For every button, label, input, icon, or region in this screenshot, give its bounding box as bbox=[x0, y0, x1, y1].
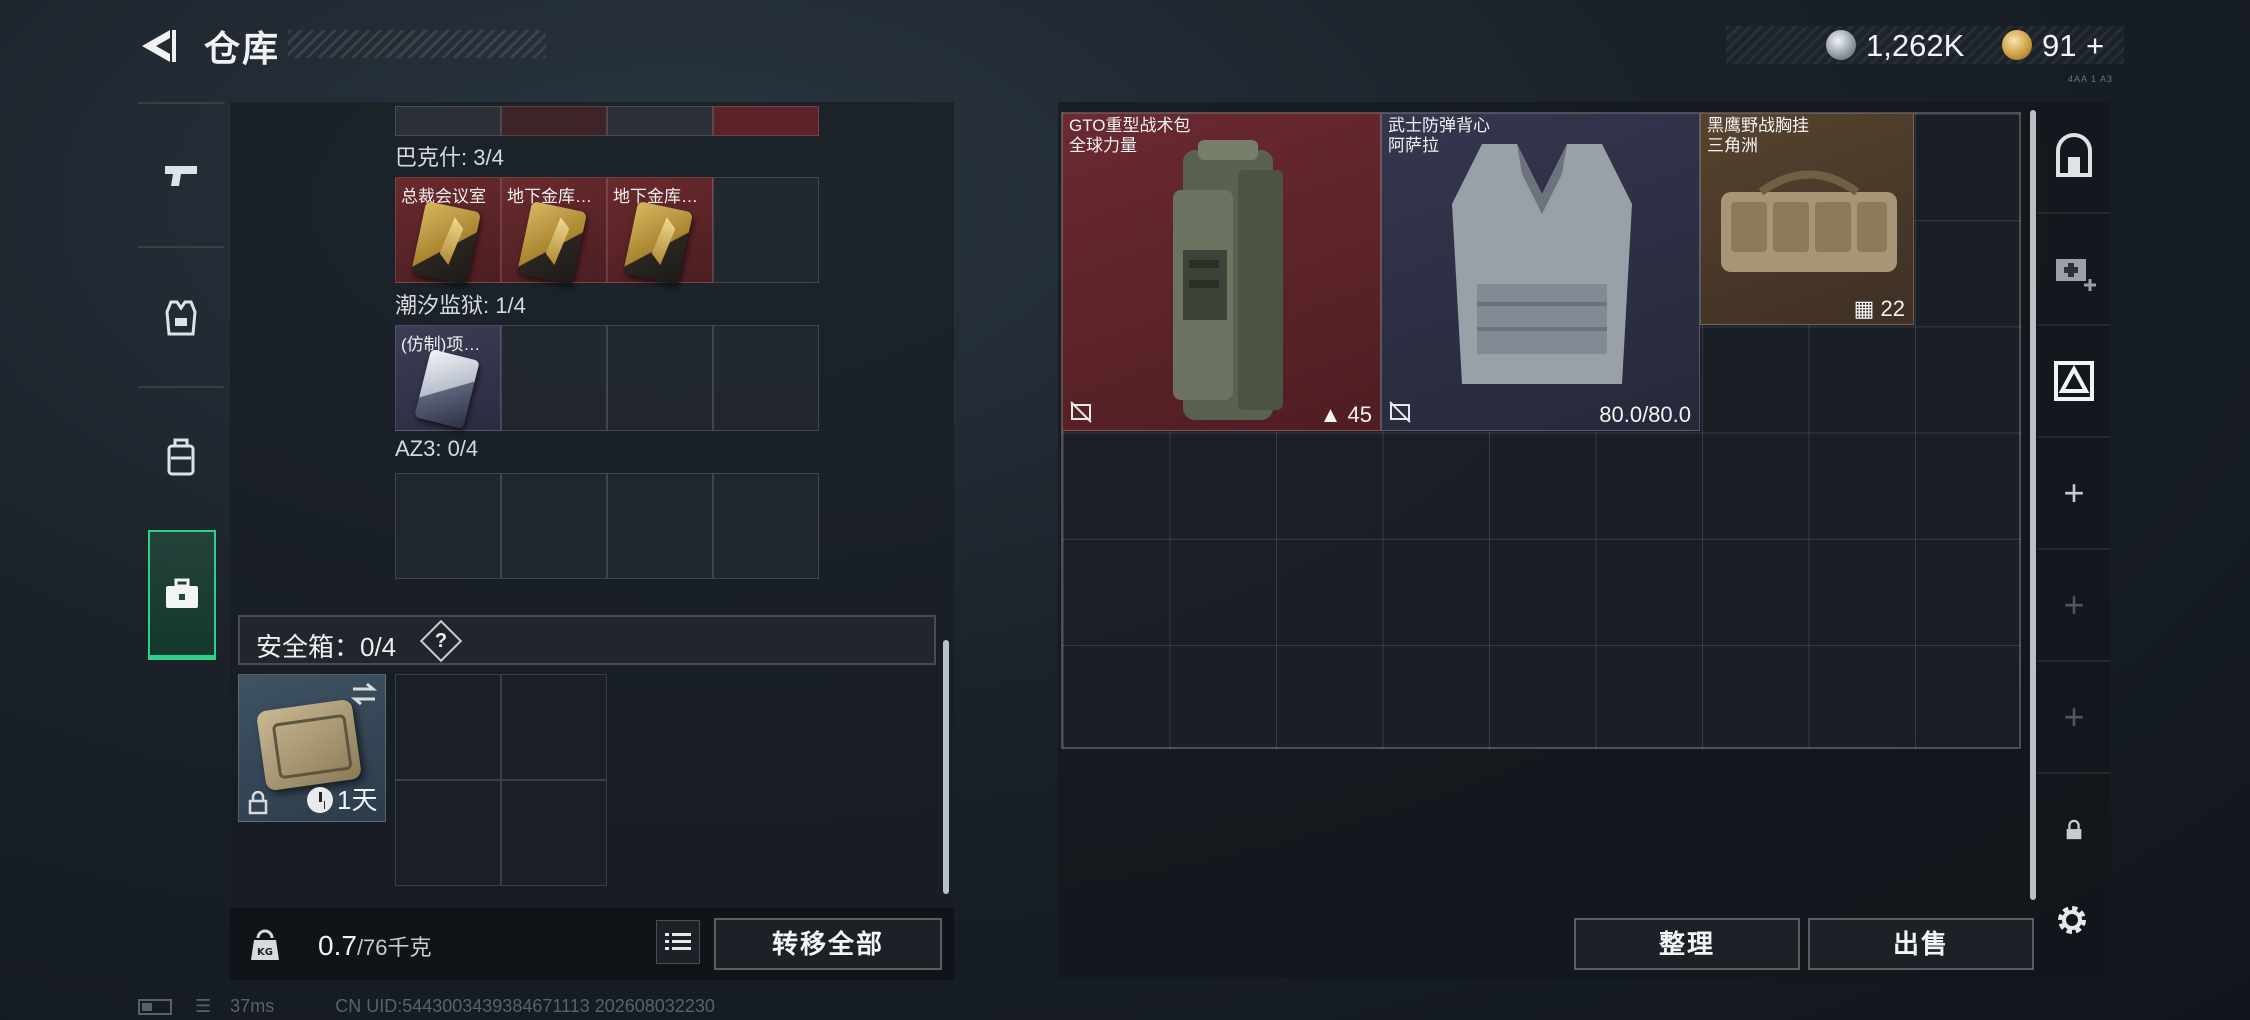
wifi-icon: ☰ bbox=[195, 996, 212, 1016]
battery-icon bbox=[138, 999, 172, 1016]
empty-slot[interactable] bbox=[607, 325, 713, 431]
lock-icon bbox=[2066, 819, 2082, 840]
safe-box-empty-slot[interactable] bbox=[395, 674, 501, 780]
svg-text:KG: KG bbox=[257, 947, 273, 958]
organize-button[interactable]: 整理 bbox=[1574, 918, 1800, 970]
medkit-add-icon bbox=[2056, 259, 2096, 291]
stash-item-chest-rig[interactable]: 黑鹰野战胸挂 三角洲 ▦ 22 bbox=[1700, 113, 1914, 325]
lock-icon bbox=[248, 791, 268, 815]
empty-slot[interactable] bbox=[395, 473, 501, 579]
empty-slot[interactable] bbox=[501, 473, 607, 579]
stash-tab-main[interactable] bbox=[2038, 102, 2110, 214]
empty-slot[interactable] bbox=[713, 177, 819, 283]
weight-current: 0.7 bbox=[318, 930, 357, 961]
vest-icon bbox=[1452, 144, 1632, 384]
item-capacity: ▲ 45 bbox=[1319, 402, 1372, 427]
keycard-icon bbox=[410, 200, 482, 286]
stash-tab-rail: + + + bbox=[2038, 102, 2110, 978]
keycard-icon bbox=[414, 348, 480, 430]
no-trade-icon bbox=[1389, 401, 1411, 423]
silver-balance: 1,262K bbox=[1866, 28, 1965, 63]
safe-box-empty-slot[interactable] bbox=[501, 780, 607, 886]
weight-bar: KG 0.7/76千克 转移全部 bbox=[230, 908, 954, 980]
key-slot[interactable]: 地下金库… bbox=[501, 177, 607, 286]
item-name: 总裁会议室 bbox=[401, 187, 486, 206]
status-line: ☰ 37ms CN UID:5443003439384671113 202608… bbox=[138, 996, 715, 1017]
stash-scrollbar[interactable] bbox=[2030, 110, 2036, 900]
item-name: (仿制)项… bbox=[401, 335, 481, 354]
sidebar-tab-weapons[interactable] bbox=[138, 106, 224, 246]
keycard-icon bbox=[516, 200, 588, 286]
sell-button[interactable]: 出售 bbox=[1808, 918, 2034, 970]
clock-icon bbox=[307, 787, 333, 813]
version-tag: 4AA 1 A3 bbox=[2068, 74, 2114, 84]
safe-box-empty-slot[interactable] bbox=[395, 780, 501, 886]
stash-tab-medical[interactable] bbox=[2038, 214, 2110, 326]
container-scrollbar[interactable] bbox=[943, 640, 949, 894]
weight-max: /76千克 bbox=[356, 935, 432, 960]
vest-icon bbox=[165, 300, 197, 336]
title-decoration bbox=[288, 30, 546, 58]
item-durability: 80.0/80.0 bbox=[1599, 402, 1691, 427]
chest-rig-icon bbox=[1721, 170, 1897, 272]
section-label-bakesh: 巴克什: 3/4 bbox=[395, 145, 504, 170]
sidebar-tab-armor[interactable] bbox=[138, 248, 224, 388]
safe-box-empty-slot[interactable] bbox=[501, 674, 607, 780]
no-trade-icon bbox=[1070, 401, 1092, 423]
key-slot[interactable]: (仿制)项… bbox=[395, 325, 501, 431]
silver-coin-icon bbox=[1826, 30, 1856, 60]
key-slot[interactable]: 总裁会议室 bbox=[395, 177, 501, 286]
player-uid: CN UID:5443003439384671113 202608032230 bbox=[335, 996, 715, 1016]
gold-balance: 91 bbox=[2042, 28, 2077, 63]
transfer-all-button[interactable]: 转移全部 bbox=[714, 918, 942, 970]
list-icon bbox=[665, 933, 691, 950]
back-arrow-icon[interactable] bbox=[136, 24, 180, 68]
backpack-icon bbox=[1173, 140, 1283, 420]
add-stash-tab-button[interactable]: + bbox=[2038, 438, 2110, 550]
list-view-button[interactable] bbox=[656, 920, 700, 964]
case-icon bbox=[166, 578, 198, 608]
stash-item-backpack[interactable]: GTO重型战术包 全球力量 ▲ 45 bbox=[1062, 113, 1381, 431]
swap-icon[interactable] bbox=[349, 681, 379, 707]
empty-slot[interactable] bbox=[713, 325, 819, 431]
safe-box-icon bbox=[255, 698, 363, 792]
empty-slot[interactable] bbox=[501, 325, 607, 431]
locked-stash-tab[interactable] bbox=[2038, 774, 2110, 886]
empty-slot[interactable] bbox=[607, 473, 713, 579]
sidebar-divider bbox=[138, 102, 224, 104]
stash-tab-gear[interactable] bbox=[2038, 326, 2110, 438]
partial-slot-row bbox=[395, 106, 823, 136]
weight-readout: 0.7/76千克 bbox=[318, 930, 432, 962]
sidebar-tab-containers[interactable] bbox=[148, 530, 216, 660]
gold-coin-icon bbox=[2002, 30, 2032, 60]
stash-item-armor-vest[interactable]: 武士防弹背心 阿萨拉 80.0/80.0 bbox=[1381, 113, 1700, 431]
key-slot[interactable]: 地下金库… bbox=[607, 177, 713, 286]
section-label-az3: AZ3: 0/4 bbox=[395, 436, 479, 461]
backpack-icon bbox=[167, 438, 195, 476]
sidebar-tab-backpack[interactable] bbox=[138, 388, 224, 528]
item-name: 地下金库… bbox=[613, 187, 698, 206]
safe-box-slot[interactable]: 1天 bbox=[238, 674, 386, 822]
gear-box-icon bbox=[2054, 361, 2094, 401]
ping-readout: 37ms bbox=[230, 996, 275, 1016]
keycard-icon bbox=[622, 200, 694, 286]
item-capacity: ▦ 22 bbox=[1853, 296, 1905, 321]
safe-box-header: 安全箱：0/4 ? bbox=[238, 615, 936, 665]
weight-icon: KG bbox=[251, 929, 279, 960]
currency-bar: 1,262K 91 + bbox=[1726, 26, 2124, 64]
add-stash-tab-button-disabled[interactable]: + bbox=[2038, 550, 2110, 662]
item-name: 黑鹰野战胸挂 三角洲 bbox=[1707, 116, 1809, 155]
pistol-icon bbox=[165, 166, 197, 186]
page-title: 仓库 bbox=[204, 28, 281, 69]
vault-icon bbox=[2056, 133, 2092, 177]
settings-gear-icon[interactable] bbox=[2052, 900, 2092, 940]
safe-box-timer: 1天 bbox=[337, 785, 378, 815]
add-stash-tab-button-disabled[interactable]: + bbox=[2038, 662, 2110, 774]
section-label-tidal-prison: 潮汐监狱: 1/4 bbox=[395, 293, 526, 318]
empty-slot[interactable] bbox=[713, 473, 819, 579]
safe-box-title: 安全箱：0/4 bbox=[256, 632, 397, 662]
item-name: 地下金库… bbox=[507, 187, 592, 206]
gold-topup-button[interactable]: + bbox=[2086, 28, 2104, 64]
help-icon[interactable]: ? bbox=[419, 619, 463, 663]
